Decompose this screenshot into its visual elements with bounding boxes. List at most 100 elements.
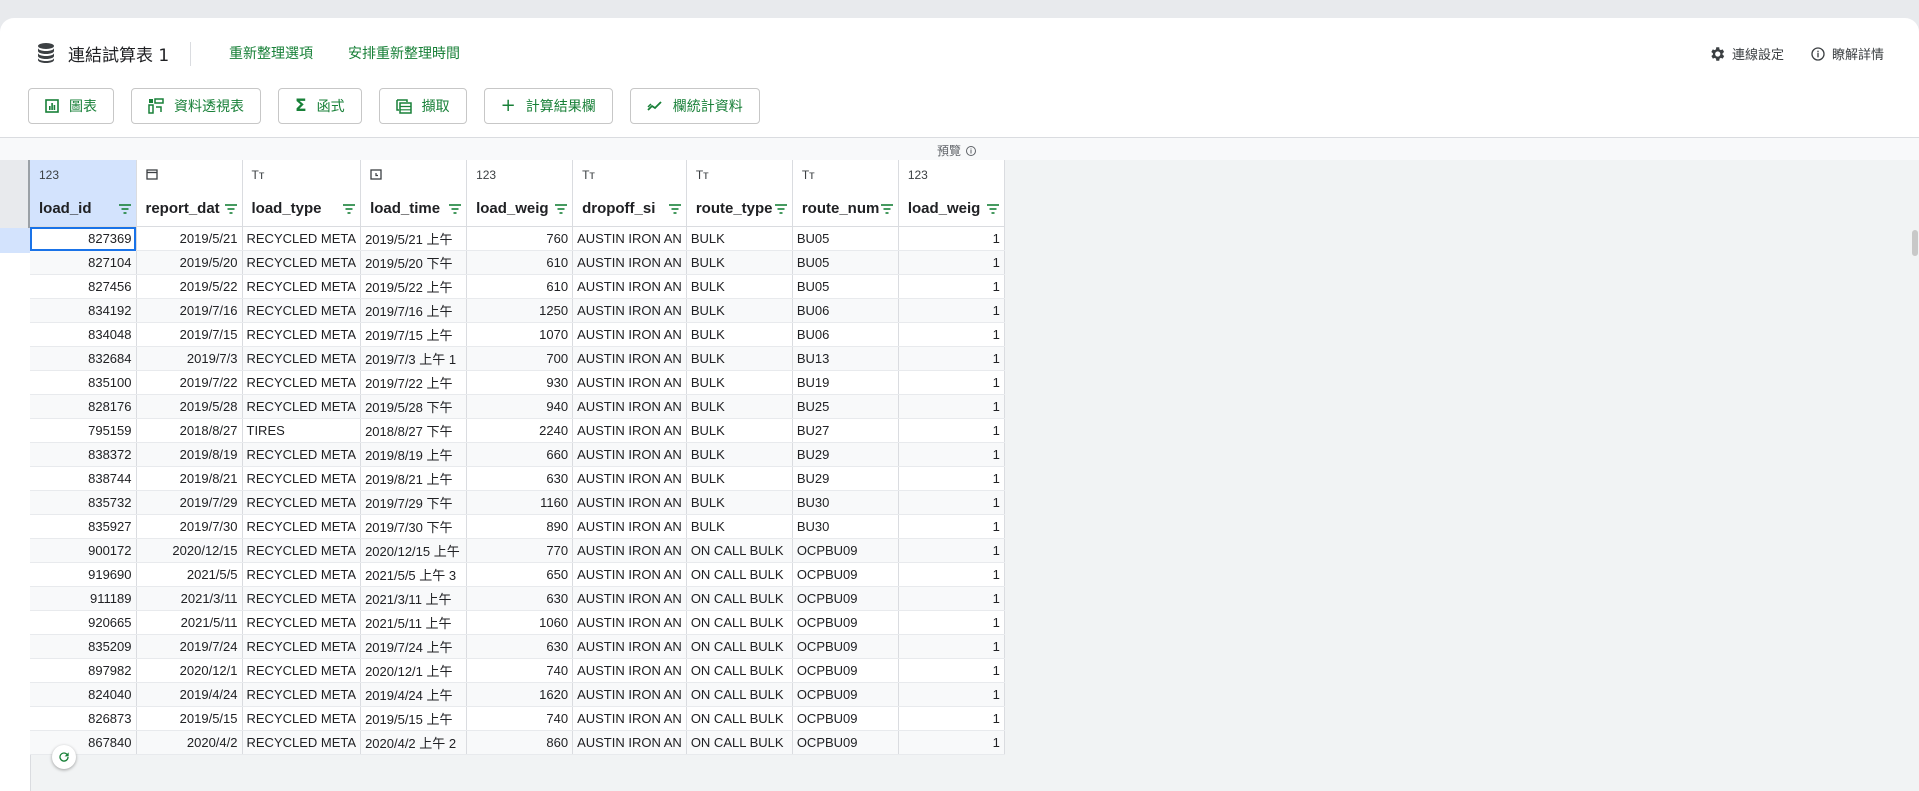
table-cell[interactable]: 2019/5/20 下午 [360, 250, 468, 275]
table-cell[interactable]: 660 [466, 442, 574, 467]
table-cell[interactable]: 2019/7/24 [136, 634, 243, 659]
table-cell[interactable]: 1 [898, 250, 1005, 275]
table-cell[interactable]: 2020/4/2 上午 2 [360, 730, 468, 755]
table-cell[interactable]: ON CALL BULK [686, 730, 793, 755]
table-cell[interactable]: AUSTIN IRON AN [572, 634, 687, 659]
table-cell[interactable]: 1070 [466, 322, 574, 347]
refresh-button[interactable] [52, 745, 76, 769]
table-cell[interactable]: 2021/5/5 [136, 562, 243, 587]
info-icon[interactable] [965, 145, 977, 157]
table-cell[interactable]: BULK [686, 370, 793, 395]
column-header[interactable]: Tт route_num [792, 160, 899, 227]
table-cell[interactable]: 826873 [30, 706, 137, 731]
column-stats-button[interactable]: 欄統計資料 [629, 88, 760, 124]
table-cell[interactable]: ON CALL BULK [686, 682, 793, 707]
table-cell[interactable]: 1 [898, 586, 1005, 611]
table-cell[interactable]: 838744 [30, 466, 137, 491]
function-button[interactable]: Σ 函式 [278, 88, 362, 124]
table-cell[interactable]: BU29 [792, 442, 899, 467]
table-cell[interactable]: OCPBU09 [792, 658, 899, 683]
table-cell[interactable]: 835209 [30, 634, 137, 659]
column-header[interactable]: Tт route_type [686, 160, 793, 227]
filter-icon[interactable] [118, 202, 132, 220]
row-header-selected[interactable] [0, 228, 30, 253]
table-cell[interactable]: 2019/7/22 [136, 370, 243, 395]
connection-settings-button[interactable]: 連線設定 [1708, 44, 1784, 63]
table-cell[interactable]: BU05 [792, 226, 899, 251]
table-cell[interactable]: RECYCLED META [242, 682, 362, 707]
table-cell[interactable]: 2019/7/22 上午 [360, 370, 468, 395]
table-cell[interactable]: 740 [466, 658, 574, 683]
table-cell[interactable]: OCPBU09 [792, 586, 899, 611]
table-cell[interactable]: 610 [466, 274, 574, 299]
table-cell[interactable]: BU27 [792, 418, 899, 443]
table-cell[interactable]: BULK [686, 418, 793, 443]
column-header[interactable]: 123 load_weig [898, 160, 1005, 227]
table-cell[interactable]: 2020/12/15 上午 [360, 538, 468, 563]
table-cell[interactable]: BULK [686, 322, 793, 347]
table-cell[interactable]: 740 [466, 706, 574, 731]
filter-icon[interactable] [554, 202, 568, 220]
table-cell[interactable]: 2019/5/22 [136, 274, 243, 299]
column-header[interactable]: Tт dropoff_si [572, 160, 687, 227]
learn-more-button[interactable]: 瞭解詳情 [1810, 44, 1884, 63]
table-cell[interactable]: 1 [898, 394, 1005, 419]
table-cell[interactable]: AUSTIN IRON AN [572, 562, 687, 587]
table-cell[interactable]: OCPBU09 [792, 562, 899, 587]
table-cell[interactable]: 700 [466, 346, 574, 371]
table-cell[interactable]: 2020/12/1 上午 [360, 658, 468, 683]
table-cell[interactable]: 2019/7/16 [136, 298, 243, 323]
table-cell[interactable]: 2019/7/30 下午 [360, 514, 468, 539]
table-cell[interactable]: AUSTIN IRON AN [572, 274, 687, 299]
table-cell[interactable]: BULK [686, 226, 793, 251]
table-cell[interactable]: 2019/8/19 上午 [360, 442, 468, 467]
table-cell[interactable]: 610 [466, 250, 574, 275]
table-cell[interactable]: OCPBU09 [792, 610, 899, 635]
filter-icon[interactable] [448, 202, 462, 220]
table-cell[interactable]: 2240 [466, 418, 574, 443]
table-cell[interactable]: 824040 [30, 682, 137, 707]
table-cell[interactable]: 834048 [30, 322, 137, 347]
table-cell[interactable]: RECYCLED META [242, 226, 362, 251]
table-cell[interactable]: AUSTIN IRON AN [572, 682, 687, 707]
table-cell[interactable]: BU05 [792, 250, 899, 275]
table-cell[interactable]: 1 [898, 490, 1005, 515]
column-header[interactable]: report_dat [136, 160, 243, 227]
table-cell[interactable]: AUSTIN IRON AN [572, 514, 687, 539]
table-cell[interactable]: 1 [898, 418, 1005, 443]
table-cell[interactable]: 860 [466, 730, 574, 755]
table-cell[interactable]: 2019/5/22 上午 [360, 274, 468, 299]
table-cell[interactable]: 828176 [30, 394, 137, 419]
table-cell[interactable]: 2019/7/29 [136, 490, 243, 515]
table-cell[interactable]: BU05 [792, 274, 899, 299]
table-cell[interactable]: BU13 [792, 346, 899, 371]
table-cell[interactable]: BU29 [792, 466, 899, 491]
table-cell[interactable]: BU25 [792, 394, 899, 419]
table-cell[interactable]: BULK [686, 250, 793, 275]
table-cell[interactable]: BULK [686, 442, 793, 467]
table-cell[interactable]: ON CALL BULK [686, 610, 793, 635]
column-header[interactable]: 123 load_weig [466, 160, 574, 227]
table-cell[interactable]: RECYCLED META [242, 658, 362, 683]
table-cell[interactable]: 1 [898, 634, 1005, 659]
filter-icon[interactable] [342, 202, 356, 220]
table-cell[interactable]: 1 [898, 322, 1005, 347]
table-cell[interactable]: RECYCLED META [242, 514, 362, 539]
table-cell[interactable]: 1160 [466, 490, 574, 515]
filter-icon[interactable] [224, 202, 238, 220]
table-cell[interactable]: 2019/4/24 上午 [360, 682, 468, 707]
table-cell[interactable]: BULK [686, 466, 793, 491]
table-cell[interactable]: 760 [466, 226, 574, 251]
table-cell[interactable]: 919690 [30, 562, 137, 587]
column-header[interactable]: 123 load_id [30, 160, 137, 227]
filter-icon[interactable] [880, 202, 894, 220]
filter-icon[interactable] [668, 202, 682, 220]
table-cell[interactable]: 1 [898, 298, 1005, 323]
table-cell[interactable]: AUSTIN IRON AN [572, 658, 687, 683]
table-cell[interactable]: 1 [898, 274, 1005, 299]
table-cell[interactable]: 630 [466, 466, 574, 491]
table-cell[interactable]: 900172 [30, 538, 137, 563]
table-cell[interactable]: 1 [898, 610, 1005, 635]
table-cell[interactable]: 911189 [30, 586, 137, 611]
table-cell[interactable]: BU30 [792, 514, 899, 539]
